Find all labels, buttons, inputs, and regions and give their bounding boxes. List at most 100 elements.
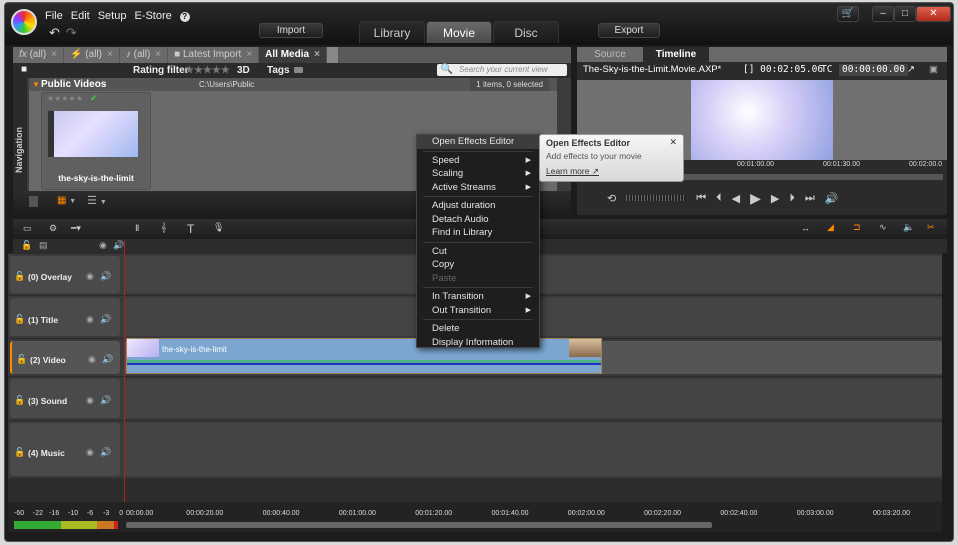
shuttle-slider[interactable] xyxy=(626,195,687,201)
tab-timeline[interactable]: Timeline xyxy=(643,47,709,62)
add-tab-icon[interactable] xyxy=(326,47,339,63)
close-tab-icon[interactable]: × xyxy=(314,49,320,60)
audio-icon[interactable]: 🔊 xyxy=(100,447,111,458)
title-icon[interactable]: T xyxy=(187,222,194,236)
audio-icon[interactable]: 🔊 xyxy=(102,354,113,365)
audio-icon[interactable]: 🔊 xyxy=(100,395,111,406)
menu-estore[interactable]: E-Store xyxy=(134,10,171,22)
menu-setup[interactable]: Setup xyxy=(98,10,127,22)
close-tab-icon[interactable]: × xyxy=(51,49,57,60)
track-header[interactable]: 🔓 (2) Video ◉ 🔊 xyxy=(10,341,120,374)
voiceover-icon[interactable]: 🎙 xyxy=(213,222,224,233)
grid-view-icon[interactable]: ▦ ▼ xyxy=(57,195,76,206)
tab-library[interactable]: Library xyxy=(359,21,425,43)
import-button[interactable]: Import xyxy=(259,23,323,38)
track-body[interactable] xyxy=(124,379,942,418)
loop-icon[interactable]: ⟲ xyxy=(607,192,616,205)
tab-transitions-all[interactable]: ⚡ (all) × xyxy=(64,47,120,63)
close-icon[interactable]: ✕ xyxy=(669,137,677,148)
track-header[interactable]: 🔓 (4) Music ◉ 🔊 xyxy=(10,423,120,476)
next-frame-icon[interactable]: ⏵ xyxy=(789,192,795,205)
audio-icon[interactable]: 🔊 xyxy=(113,240,124,251)
menu-file[interactable]: File xyxy=(45,10,63,22)
tab-audio-all[interactable]: ♪ (all) × xyxy=(119,47,169,63)
3d-filter[interactable]: 3D xyxy=(237,65,250,76)
volume-icon[interactable]: 🔊 xyxy=(825,192,839,205)
close-tab-icon[interactable]: × xyxy=(107,49,113,60)
menu-item-active-streams[interactable]: Active Streams ▶ xyxy=(417,181,539,195)
playhead[interactable] xyxy=(124,240,125,502)
track-header[interactable]: 🔓 (0) Overlay ◉ 🔊 xyxy=(10,256,120,293)
tab-latest-import[interactable]: ■ Latest Import × xyxy=(168,47,260,63)
audio-mixer-icon[interactable]: Ⅱ xyxy=(135,223,139,234)
magnet-icon[interactable]: ⊐ xyxy=(853,222,861,233)
track-body[interactable] xyxy=(124,423,942,476)
redo-icon[interactable]: ↷ xyxy=(66,25,77,41)
learn-more-link[interactable]: Learn more ↗ xyxy=(546,166,677,177)
fullscreen-icon[interactable]: ↗ xyxy=(907,62,915,78)
search-input[interactable]: Search your current view xyxy=(437,64,567,76)
track-header[interactable]: 🔓 (3) Sound ◉ 🔊 xyxy=(10,379,120,418)
export-button[interactable]: Export xyxy=(598,23,660,38)
timeline-scrollbar[interactable] xyxy=(126,522,712,528)
lock-icon[interactable]: 🔓 xyxy=(14,314,25,325)
menu-item-adjust-duration[interactable]: Adjust duration xyxy=(417,199,539,213)
stack-icon[interactable] xyxy=(29,196,38,207)
close-tab-icon[interactable]: × xyxy=(246,49,252,60)
play-icon[interactable]: ▶ xyxy=(750,190,761,207)
help-icon[interactable]: ? xyxy=(179,12,190,22)
menu-item-out-transition[interactable]: Out Transition ▶ xyxy=(417,304,539,318)
lock-icon[interactable]: 🔓 xyxy=(21,240,32,251)
menu-item-detach-audio[interactable]: Detach Audio xyxy=(417,213,539,227)
undo-icon[interactable]: ↶ xyxy=(49,25,60,41)
item-rating[interactable]: ★★★★★ xyxy=(47,94,83,103)
navigation-strip[interactable]: Navigation xyxy=(13,78,27,191)
collapse-arrow-icon[interactable]: ▼ xyxy=(32,78,40,91)
add-track-icon[interactable]: ▤ xyxy=(39,240,48,251)
settings-icon[interactable]: ⚙ xyxy=(49,223,57,234)
previous-frame-icon[interactable]: ⏴ xyxy=(716,192,722,205)
tab-all-media[interactable]: All Media × xyxy=(259,47,327,63)
tab-source[interactable]: Source xyxy=(577,47,643,62)
timeline-ruler[interactable]: -60 -22 -16 -10 -6 -3 0 00:00.00 00:00:20.00 00:… xyxy=(8,502,942,532)
minimize-button[interactable]: – xyxy=(872,6,894,22)
tag-icon[interactable] xyxy=(294,67,303,73)
scorefitter-icon[interactable]: 𝄞 xyxy=(161,222,166,233)
menu-item-open-effects-editor[interactable]: Open Effects Editor xyxy=(417,135,539,149)
storyboard-icon[interactable]: ▭ xyxy=(23,223,32,234)
visibility-icon[interactable]: ◉ xyxy=(86,395,94,406)
split-icon[interactable]: ↔ xyxy=(801,223,810,233)
audio-icon[interactable]: 🔊 xyxy=(100,271,111,282)
lock-icon[interactable]: 🔓 xyxy=(14,271,25,282)
step-forward-icon[interactable]: ▶ xyxy=(771,192,779,205)
lock-icon[interactable]: 🔓 xyxy=(14,395,25,406)
tab-disc[interactable]: Disc xyxy=(493,21,559,43)
step-back-icon[interactable]: ◀ xyxy=(732,192,740,205)
menu-item-cut[interactable]: Cut xyxy=(417,245,539,259)
close-button[interactable]: ✕ xyxy=(916,6,951,22)
maximize-button[interactable]: □ xyxy=(894,6,916,22)
lock-icon[interactable]: 🔓 xyxy=(16,354,27,365)
add-collection-icon[interactable]: ■ xyxy=(21,64,27,75)
close-tab-icon[interactable]: × xyxy=(155,49,161,60)
menu-item-delete[interactable]: Delete xyxy=(417,322,539,336)
razor-icon[interactable]: ✂ xyxy=(927,222,935,233)
menu-item-scaling[interactable]: Scaling ▶ xyxy=(417,167,539,181)
visibility-icon[interactable]: ◉ xyxy=(86,314,94,325)
tags-filter[interactable]: Tags xyxy=(267,65,290,76)
tab-movie[interactable]: Movie xyxy=(426,21,492,43)
audio-scrub-icon[interactable]: 🔈 xyxy=(903,222,914,233)
menu-item-copy[interactable]: Copy xyxy=(417,258,539,272)
lock-icon[interactable]: 🔓 xyxy=(14,447,25,458)
menu-item-display-information[interactable]: Display Information xyxy=(417,336,539,350)
media-item[interactable]: ★★★★★ ✔ the-sky-is-the-limit xyxy=(41,92,151,190)
ripple-icon[interactable]: ◢ xyxy=(827,222,834,233)
go-to-start-icon[interactable]: ⏮ xyxy=(696,192,706,205)
rating-filter-stars[interactable]: ★★★★★ xyxy=(185,65,230,76)
visibility-icon[interactable]: ◉ xyxy=(88,354,96,365)
cart-icon[interactable]: 🛒 xyxy=(837,6,859,22)
go-to-end-icon[interactable]: ⏭ xyxy=(805,192,815,205)
search-icon[interactable]: 🔍 xyxy=(441,64,453,75)
folder-header[interactable]: ▼ Public Videos C:\Users\Public 1 items,… xyxy=(29,78,557,91)
keyframe-icon[interactable]: ∿ xyxy=(879,222,887,233)
